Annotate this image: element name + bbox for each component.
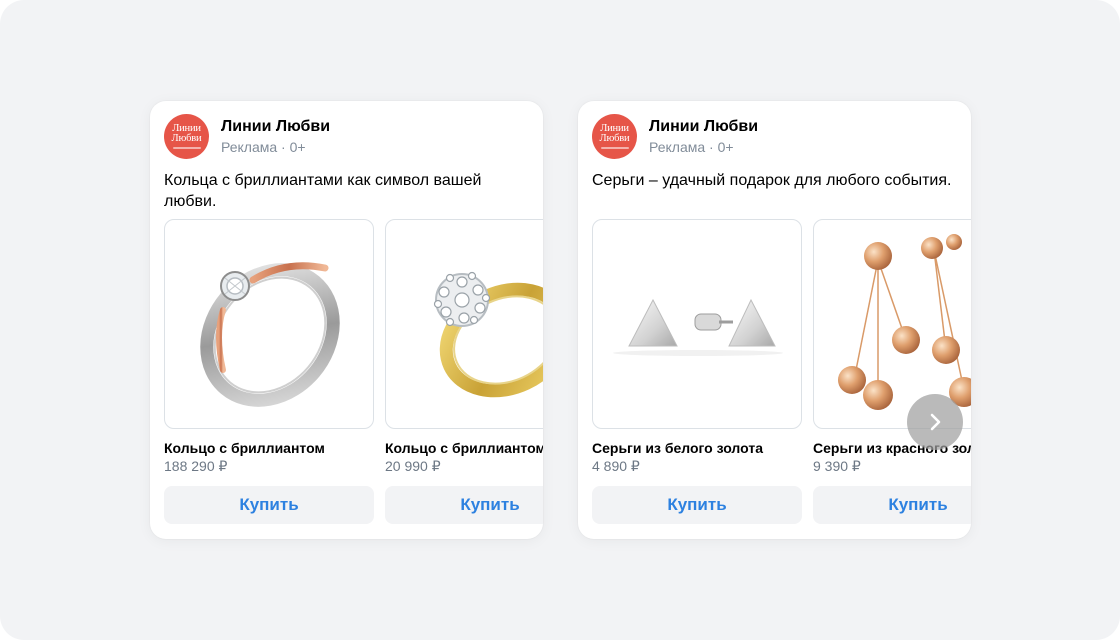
product-carousel[interactable]: Кольцо с бриллиантом 188 290 ₽ Купить Ко… xyxy=(164,219,543,529)
product-price: 4 890 ₽ xyxy=(592,458,640,474)
avatar-logo-text: Линии Любви xyxy=(171,122,202,144)
ad-text: Кольца с бриллиантами как символ вашей л… xyxy=(164,172,482,210)
product-card[interactable]: Серьги из белого золота 4 890 ₽ Купить xyxy=(592,219,802,524)
product-title[interactable]: Кольцо с бриллиантом xyxy=(164,439,374,457)
product-title[interactable]: Серьги из белого золота xyxy=(592,439,802,457)
ad-card-rings: Линии Любви Линии Любви Реклама · 0+ Кол… xyxy=(150,101,543,539)
feed-background: Линии Любви Линии Любви Реклама · 0+ Кол… xyxy=(0,0,1120,640)
product-image[interactable] xyxy=(164,219,374,429)
product-price: 188 290 ₽ xyxy=(164,458,228,474)
brand-avatar[interactable]: Линии Любви xyxy=(592,113,637,159)
carousel-next-button[interactable] xyxy=(907,394,963,450)
ring-two-tone-icon xyxy=(200,262,340,407)
avatar-logo-text: Линии Любви xyxy=(599,122,630,144)
triangle-earrings-icon xyxy=(613,298,783,356)
avatar-logo-line xyxy=(172,146,201,149)
product-price: 20 990 ₽ xyxy=(385,458,441,474)
product-card[interactable]: Кольцо с бриллиантом 188 290 ₽ Купить xyxy=(164,219,374,524)
brand-name[interactable]: Линии Любви xyxy=(221,117,330,137)
product-card[interactable]: Серьги из красного золота 9 390 ₽ Купить xyxy=(813,219,971,524)
buy-button[interactable]: Купить xyxy=(385,486,543,524)
ad-meta: Реклама · 0+ xyxy=(649,138,734,155)
ring-gold-cluster-icon xyxy=(433,271,543,398)
product-price: 9 390 ₽ xyxy=(813,458,861,474)
product-image[interactable] xyxy=(592,219,802,429)
buy-button[interactable]: Купить xyxy=(592,486,802,524)
ad-header: Линии Любви Линии Любви Реклама · 0+ xyxy=(592,113,758,159)
product-title[interactable]: Кольцо с бриллиантом xyxy=(385,439,543,457)
chevron-right-icon xyxy=(930,413,941,431)
brand-avatar[interactable]: Линии Любви xyxy=(164,113,209,159)
brand-name[interactable]: Линии Любви xyxy=(649,117,758,137)
product-card[interactable]: Кольцо с бриллиантом 20 990 ₽ Купить xyxy=(385,219,543,524)
buy-button[interactable]: Купить xyxy=(164,486,374,524)
ad-card-earrings: Линии Любви Линии Любви Реклама · 0+ Сер… xyxy=(578,101,971,539)
ad-meta: Реклама · 0+ xyxy=(221,138,306,155)
product-image[interactable] xyxy=(385,219,543,429)
avatar-logo-line xyxy=(600,146,629,149)
buy-button[interactable]: Купить xyxy=(813,486,971,524)
ad-header: Линии Любви Линии Любви Реклама · 0+ xyxy=(164,113,330,159)
product-carousel[interactable]: Серьги из белого золота 4 890 ₽ Купить С… xyxy=(592,219,971,529)
ad-text: Серьги – удачный подарок для любого собы… xyxy=(592,172,952,189)
